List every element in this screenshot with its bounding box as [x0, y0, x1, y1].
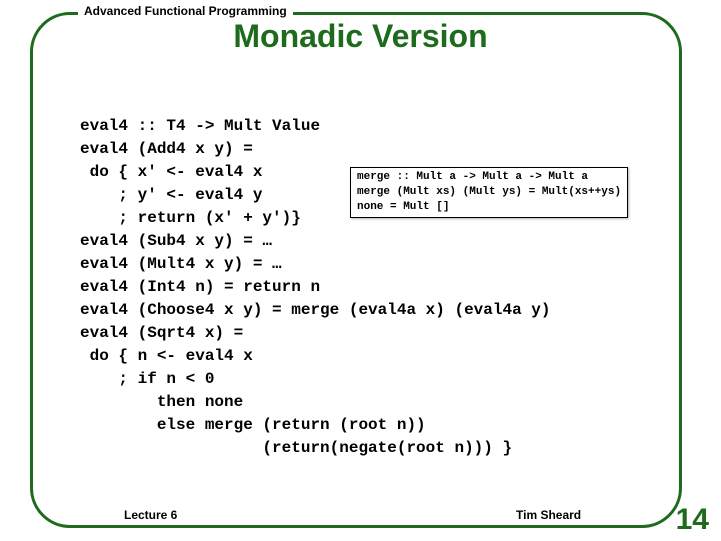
inset-definition: merge :: Mult a -> Mult a -> Mult a merg… [350, 167, 628, 218]
author-label: Tim Sheard [510, 508, 587, 522]
page-number: 14 [676, 503, 709, 537]
lecture-label: Lecture 6 [118, 508, 183, 522]
course-header: Advanced Functional Programming [78, 4, 293, 18]
slide-title: Monadic Version [0, 18, 721, 55]
